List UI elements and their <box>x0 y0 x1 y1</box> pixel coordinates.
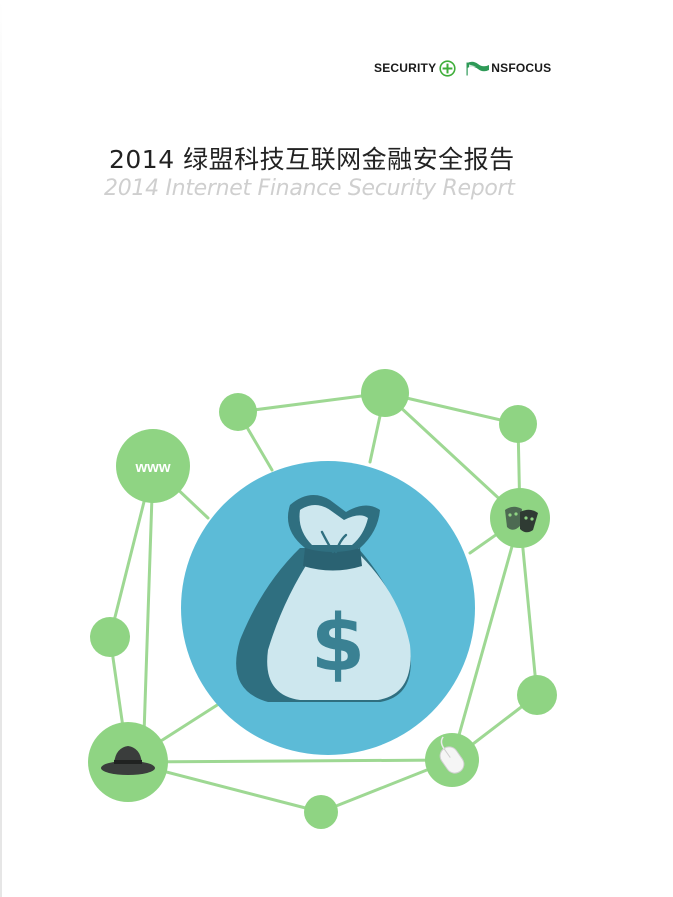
node-top-left <box>219 393 257 431</box>
node-bottom <box>304 795 338 829</box>
hat-node <box>88 722 168 802</box>
network-illustration: www $ <box>88 369 557 829</box>
node-right <box>517 675 557 715</box>
masks-node <box>490 488 550 548</box>
www-icon: www <box>134 459 170 476</box>
www-node: www <box>116 429 190 503</box>
dollar-sign-icon: $ <box>311 599 365 689</box>
node-top-right <box>499 405 537 443</box>
node-top <box>361 369 409 417</box>
theater-masks-icon <box>505 506 538 533</box>
mouse-node <box>425 733 479 787</box>
node-left <box>90 617 130 657</box>
